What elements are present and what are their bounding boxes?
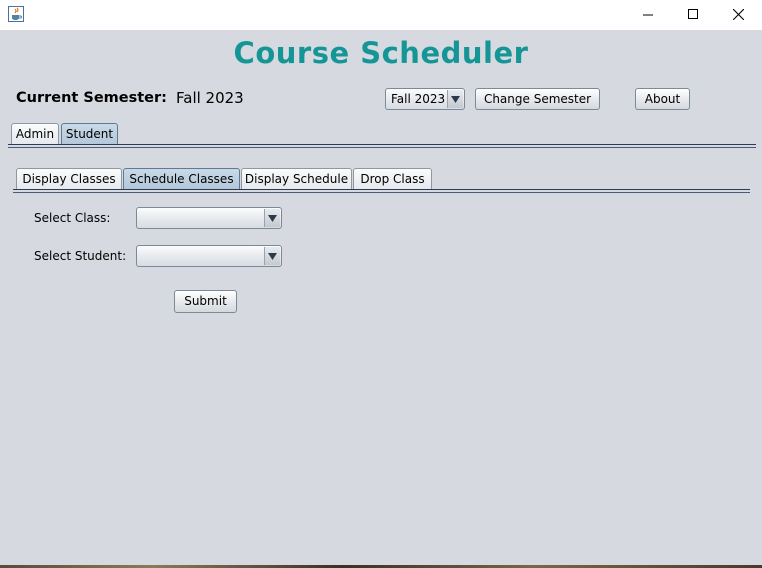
maximize-button[interactable] (670, 0, 716, 30)
tab-drop-class[interactable]: Drop Class (353, 168, 432, 189)
main-tabs-divider-lower (8, 147, 756, 148)
select-student-dropdown[interactable] (136, 245, 282, 267)
chevron-down-icon (447, 90, 463, 108)
select-student-label: Select Student: (34, 249, 127, 263)
app-title: Course Scheduler (233, 36, 529, 70)
about-button[interactable]: About (635, 88, 690, 110)
app-content: Course Scheduler Current Semester: Fall … (0, 30, 762, 565)
select-class-label: Select Class: (34, 211, 111, 225)
java-cup-icon (8, 6, 24, 22)
chevron-down-icon (264, 209, 280, 227)
tab-display-schedule[interactable]: Display Schedule (241, 168, 352, 189)
close-button[interactable] (716, 0, 762, 30)
tab-schedule-classes[interactable]: Schedule Classes (123, 168, 240, 189)
current-semester-value: Fall 2023 (176, 89, 244, 107)
change-semester-button[interactable]: Change Semester (475, 88, 600, 110)
tab-admin[interactable]: Admin (11, 123, 59, 144)
semester-dropdown-value: Fall 2023 (391, 92, 446, 106)
tab-display-classes[interactable]: Display Classes (16, 168, 122, 189)
current-semester-label: Current Semester: (16, 90, 167, 106)
minimize-button[interactable] (625, 0, 671, 30)
select-class-dropdown[interactable] (136, 207, 282, 229)
main-tabs-divider (8, 144, 756, 145)
submit-button[interactable]: Submit (174, 290, 237, 313)
student-tabs-divider-lower (13, 192, 750, 193)
tab-student[interactable]: Student (61, 123, 118, 144)
semester-dropdown[interactable]: Fall 2023 (385, 88, 465, 110)
student-tabs-divider (13, 189, 750, 190)
chevron-down-icon (264, 247, 280, 265)
window-titlebar (0, 0, 762, 30)
